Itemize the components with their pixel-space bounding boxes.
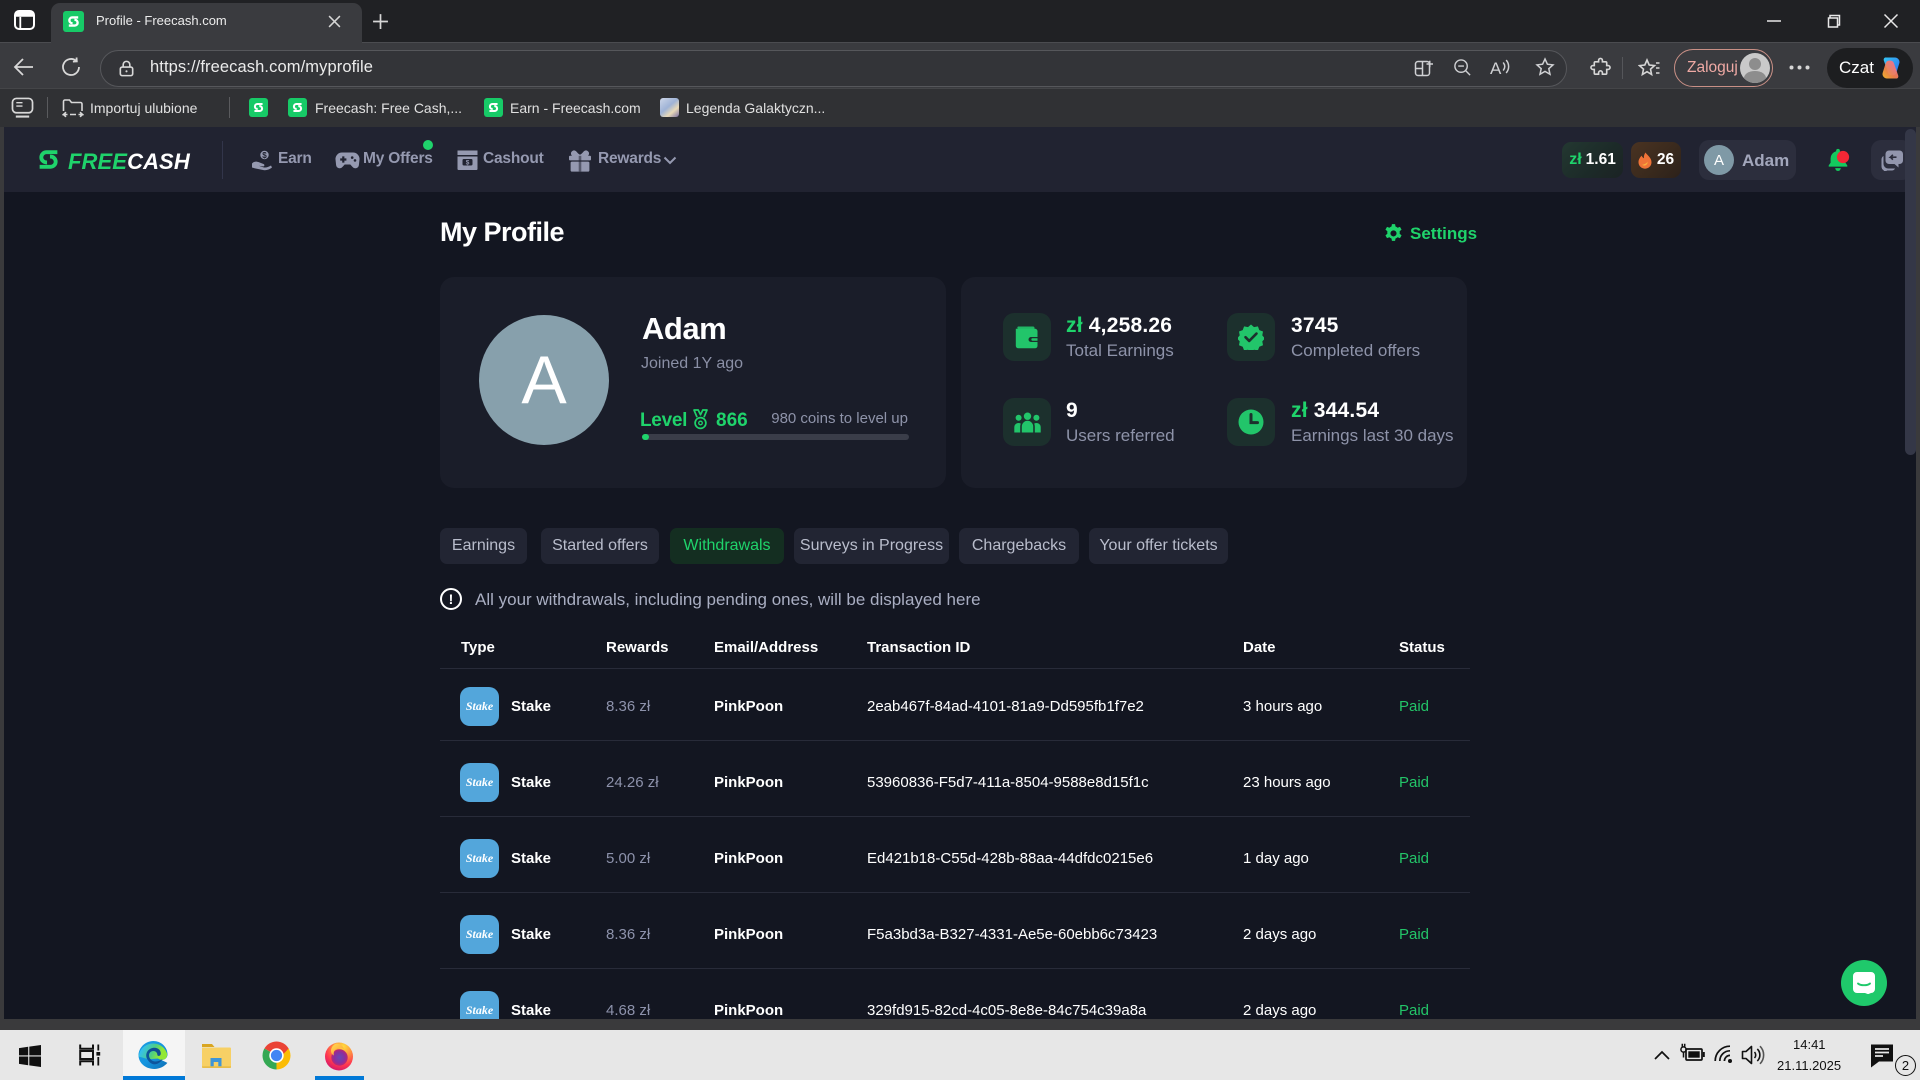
svg-text:A: A [1490,59,1502,77]
svg-text:$: $ [466,159,470,166]
svg-text:$: $ [262,151,267,160]
